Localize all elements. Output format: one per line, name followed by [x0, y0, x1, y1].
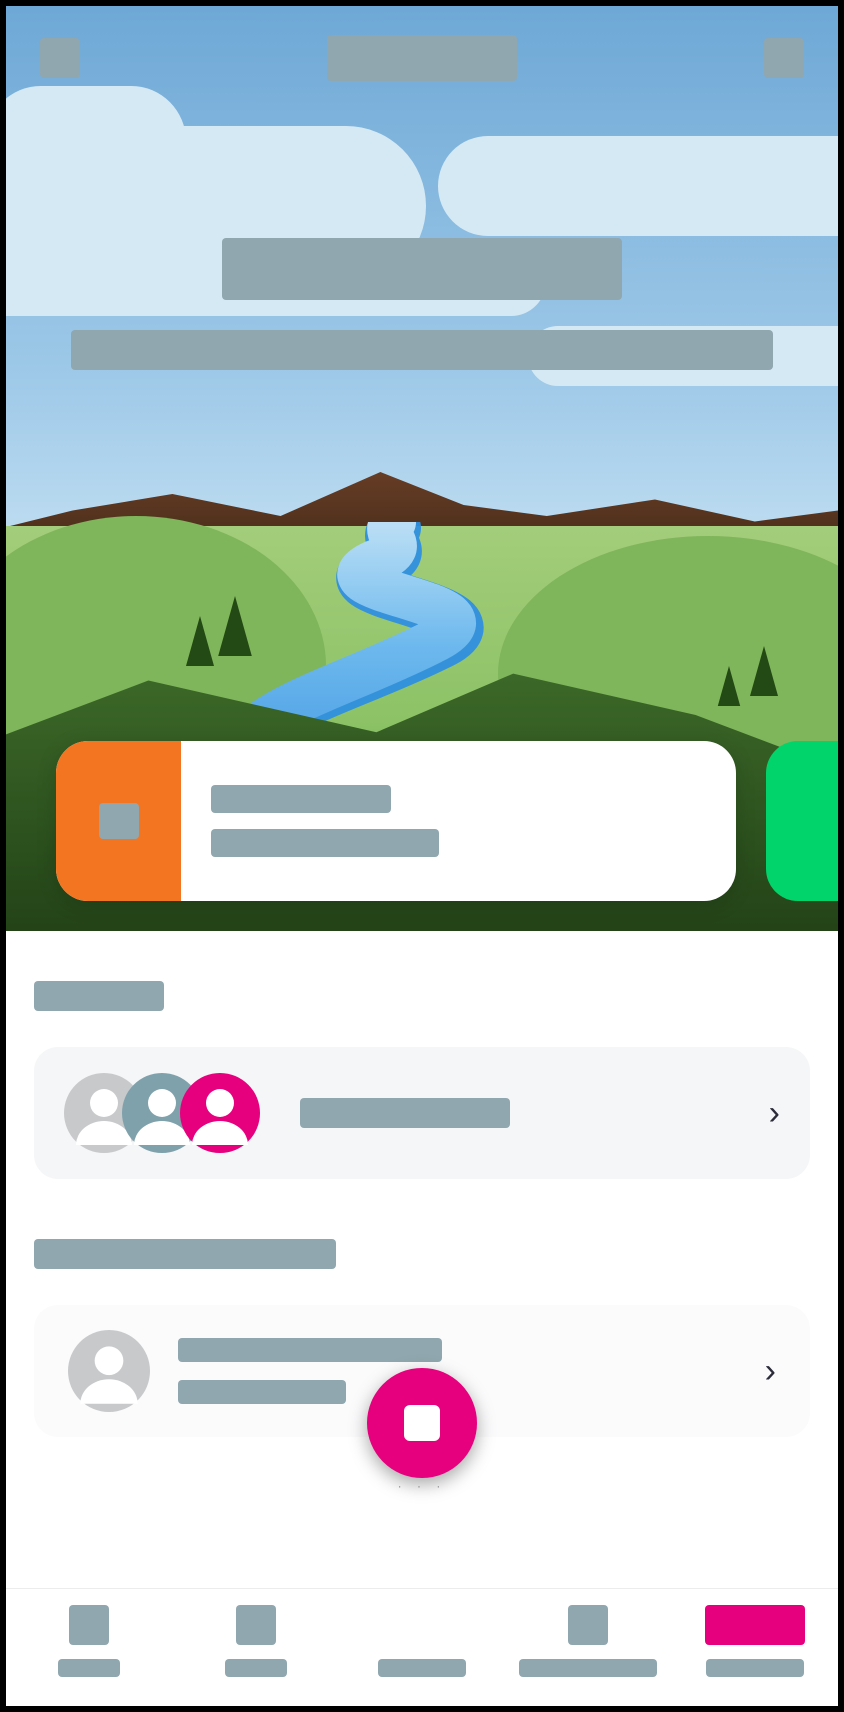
cards-carousel[interactable]: Record activity Start tracking now	[6, 741, 838, 901]
tab-label: Routes	[225, 1659, 287, 1677]
top-bar: menu Explore profile	[6, 28, 838, 88]
tab-community[interactable]: Community	[505, 1605, 671, 1706]
card-subtitle: Start tracking now	[211, 829, 439, 857]
bottom-tab-bar: Home Routes Record Community Profile	[6, 1588, 838, 1706]
chevron-right-icon: ›	[769, 1094, 780, 1133]
card-badge	[56, 741, 181, 901]
tab-record[interactable]: Record	[339, 1605, 505, 1706]
home-icon	[69, 1605, 109, 1645]
card-plan-route[interactable]	[766, 741, 838, 901]
hero-text: Good afternoon Discover routes, record a…	[6, 238, 838, 370]
hero-landscape: menu Explore profile Good afternoon Disc…	[6, 6, 838, 931]
hero-heading: Good afternoon	[222, 238, 622, 300]
avatar	[180, 1073, 260, 1153]
record-fab[interactable]	[367, 1368, 477, 1478]
feed-item-meta: 12.4 km · 45 min	[178, 1380, 346, 1404]
community-icon	[568, 1605, 608, 1645]
friend-avatars	[64, 1073, 260, 1153]
avatar	[68, 1330, 150, 1412]
friends-section-title: Friends	[34, 981, 164, 1011]
friends-row[interactable]: See friend activity ›	[34, 1047, 810, 1179]
menu-button[interactable]: menu	[40, 38, 80, 78]
routes-icon	[236, 1605, 276, 1645]
stop-icon	[404, 1405, 440, 1441]
card-title: Record activity	[211, 785, 391, 813]
fab-dots: · · ·	[398, 1479, 447, 1493]
chevron-right-icon: ›	[765, 1352, 776, 1391]
tab-routes[interactable]: Routes	[172, 1605, 338, 1706]
tab-label: Profile	[706, 1659, 804, 1677]
tab-label: Community	[519, 1659, 657, 1677]
feed-item-title: Morning ride along the river	[178, 1338, 442, 1362]
tab-home[interactable]: Home	[6, 1605, 172, 1706]
tab-label: Record	[378, 1659, 466, 1677]
hero-subheading: Discover routes, record activities, and …	[71, 330, 773, 370]
tab-profile[interactable]: Profile	[672, 1605, 838, 1706]
activity-icon	[99, 803, 139, 839]
feed-section-title: Recommended for you	[34, 1239, 336, 1269]
card-record-activity[interactable]: Record activity Start tracking now	[56, 741, 736, 901]
tab-label: Home	[58, 1659, 120, 1677]
friends-row-label: See friend activity	[300, 1098, 510, 1128]
profile-icon	[705, 1605, 805, 1645]
profile-button[interactable]: profile	[764, 38, 804, 78]
page-title: Explore	[327, 35, 517, 81]
